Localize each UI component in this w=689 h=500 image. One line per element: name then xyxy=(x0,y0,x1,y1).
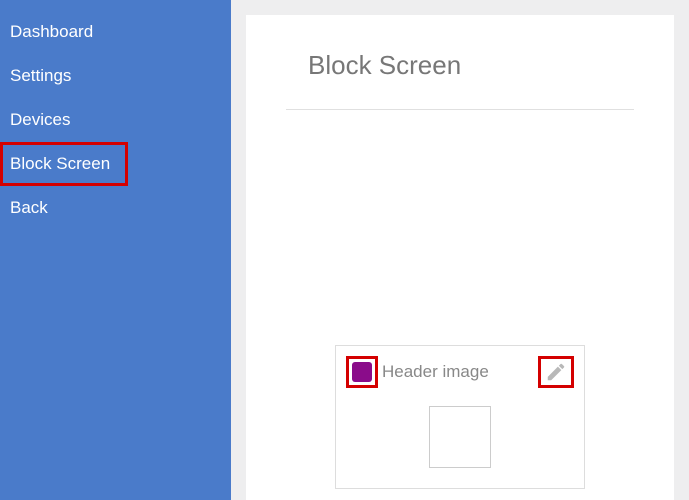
panel-header: Header image xyxy=(346,356,574,388)
header-image-panel: Header image xyxy=(335,345,585,489)
sidebar-item-block-screen[interactable]: Block Screen xyxy=(0,142,128,186)
panel-label: Header image xyxy=(382,362,489,382)
main-area: Block Screen Header image xyxy=(231,0,689,500)
pencil-icon[interactable] xyxy=(545,361,567,383)
sidebar-item-devices[interactable]: Devices xyxy=(0,98,231,142)
panel-header-left: Header image xyxy=(346,356,489,388)
edit-icon-highlight xyxy=(538,356,574,388)
sidebar-item-back[interactable]: Back xyxy=(0,186,231,230)
content-card: Block Screen Header image xyxy=(246,15,674,500)
page-title: Block Screen xyxy=(286,50,634,81)
image-placeholder[interactable] xyxy=(429,406,491,468)
color-swatch[interactable] xyxy=(352,362,372,382)
color-swatch-highlight xyxy=(346,356,378,388)
divider xyxy=(286,109,634,110)
sidebar: Dashboard Settings Devices Block Screen … xyxy=(0,0,231,500)
sidebar-item-settings[interactable]: Settings xyxy=(0,54,231,98)
sidebar-item-dashboard[interactable]: Dashboard xyxy=(0,10,231,54)
